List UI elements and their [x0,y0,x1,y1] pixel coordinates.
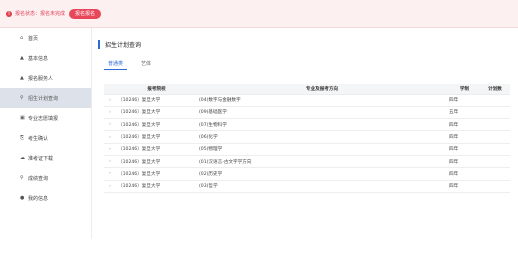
status-text: 报名状态：报名未完成 [15,11,66,17]
cell-school: （10246）复旦大学 [116,143,195,156]
page-title-text: 招生计划查询 [105,41,142,49]
title-accent-bar [98,39,100,49]
sidebar-item-1[interactable]: ▲ 基本信息 [0,48,91,68]
cell-length: 四年 [445,167,480,181]
cell-length: 四年 [445,155,480,169]
cell-plan [480,155,510,169]
sidebar-item-label: 首页 [28,35,39,42]
main-content: 招生计划查询 普通类 艺体 报考院校 专业及报考方向 学制 计划数 › （1024… [96,38,510,238]
column-header-school: 报考院校 [116,84,195,95]
cell-major: (02)历史学 [195,167,445,181]
cell-major: (04)数字与金融数字 [195,94,445,107]
cell-plan [480,180,510,193]
search-icon: ⚲ [20,95,24,101]
registration-status-bar: ! 报名状态：报名未完成 报名报名 [0,0,518,28]
sidebar-item-label: 考生确认 [28,135,49,142]
table-row[interactable]: › （10246）复旦大学 (06)化学 四年 [104,130,510,144]
expand-row-icon[interactable]: › [104,106,116,120]
table-row[interactable]: › （10246）复旦大学 (09)基础医学 五年 [104,106,510,120]
warning-icon: ! [6,10,12,17]
tab-arts-sports[interactable]: 艺体 [137,60,155,70]
sidebar-item-5[interactable]: ⎘ 考生确认 [0,128,91,148]
sidebar-item-4[interactable]: ▣ 专业志愿填报 [0,108,91,128]
cell-major: (05)物理学 [195,143,445,156]
expand-row-icon[interactable]: › [104,130,116,144]
download-icon: ☁ [20,155,25,161]
table-header-row: 报考院校 专业及报考方向 学制 计划数 [104,84,510,95]
column-header-plan: 计划数 [480,84,510,95]
cell-plan [480,118,510,132]
cell-plan [480,130,510,144]
cell-length: 四年 [445,180,480,193]
sidebar-item-label: 基本信息 [28,55,49,62]
page-bottom [0,239,518,257]
sidebar: ⌂ 首页 ▲ 基本信息 ▲ 报名服务人 ⚲ 招生计划查询 ▣ 专业志愿填报 ⎘ 考生确认 ☁ 准考证下载 ⚲… [0,28,92,239]
cell-school: （10246）复旦大学 [116,130,195,144]
user-icon: ▲ [20,55,24,61]
expand-row-icon[interactable]: › [104,167,116,181]
search-icon: ⚲ [20,175,24,181]
table-row[interactable]: › （10246）复旦大学 (02)历史学 四年 [104,167,510,181]
sidebar-item-2[interactable]: ▲ 报名服务人 [0,68,91,88]
continue-registration-button[interactable]: 报名报名 [69,8,102,19]
cell-major: (09)基础医学 [195,106,445,120]
category-tabs: 普通类 艺体 [104,60,165,70]
enrollment-plan-table: 报考院校 专业及报考方向 学制 计划数 › （10246）复旦大学 (04)数字与金… [104,84,510,193]
cell-plan [480,94,510,107]
cell-school: （10246）复旦大学 [116,118,195,132]
cell-school: （10246）复旦大学 [116,94,195,107]
column-header-length: 学制 [445,84,480,95]
cell-school: （10246）复旦大学 [116,155,195,169]
cell-major: (01)汉语言-古文字学方向 [195,155,445,169]
expand-row-icon[interactable]: › [104,155,116,169]
expand-row-icon[interactable]: › [104,143,116,156]
cell-plan [480,106,510,120]
column-header-major: 专业及报考方向 [195,84,445,95]
confirm-icon: ⎘ [20,135,25,141]
sidebar-item-label: 报名服务人 [28,75,54,82]
document-icon: ▣ [20,115,25,121]
cell-plan [480,167,510,181]
sidebar-item-label: 成绩查询 [28,175,49,182]
table-row[interactable]: › （10246）复旦大学 (03)哲学 四年 [104,180,510,193]
table-row[interactable]: › （10246）复旦大学 (07)生物科学 四年 [104,118,510,132]
cell-length: 四年 [445,118,480,132]
cell-length: 四年 [445,130,480,144]
sidebar-item-label: 我的信息 [28,195,49,202]
tab-regular[interactable]: 普通类 [104,60,128,70]
cell-major: (06)化学 [195,130,445,144]
sidebar-item-8[interactable]: ● 我的信息 [0,188,91,208]
table-row[interactable]: › （10246）复旦大学 (05)物理学 四年 [104,143,510,156]
cell-plan [480,143,510,156]
cell-major: (03)哲学 [195,180,445,193]
sidebar-item-7[interactable]: ⚲ 成绩查询 [0,168,91,188]
cell-school: （10246）复旦大学 [116,167,195,181]
profile-icon: ● [20,195,25,201]
sidebar-item-label: 准考证下载 [28,155,54,162]
user-icon: ▲ [20,75,24,81]
expand-row-icon[interactable]: › [104,94,116,107]
table-row[interactable]: › （10246）复旦大学 (04)数字与金融数字 四年 [104,94,510,107]
expand-row-icon[interactable]: › [104,180,116,193]
expand-column-header [104,84,116,95]
table-row[interactable]: › （10246）复旦大学 (01)汉语言-古文字学方向 四年 [104,155,510,169]
sidebar-item-label: 招生计划查询 [28,95,59,102]
cell-school: （10246）复旦大学 [116,106,195,120]
page-title: 招生计划查询 [98,38,510,50]
cell-length: 四年 [445,94,480,107]
cell-length: 四年 [445,143,480,156]
cell-school: （10246）复旦大学 [116,180,195,193]
sidebar-item-0[interactable]: ⌂ 首页 [0,28,91,48]
sidebar-item-3[interactable]: ⚲ 招生计划查询 [0,88,91,108]
cell-length: 五年 [445,106,480,120]
sidebar-item-label: 专业志愿填报 [28,115,59,122]
sidebar-item-6[interactable]: ☁ 准考证下载 [0,148,91,168]
home-icon: ⌂ [20,35,24,41]
expand-row-icon[interactable]: › [104,118,116,132]
cell-major: (07)生物科学 [195,118,445,132]
